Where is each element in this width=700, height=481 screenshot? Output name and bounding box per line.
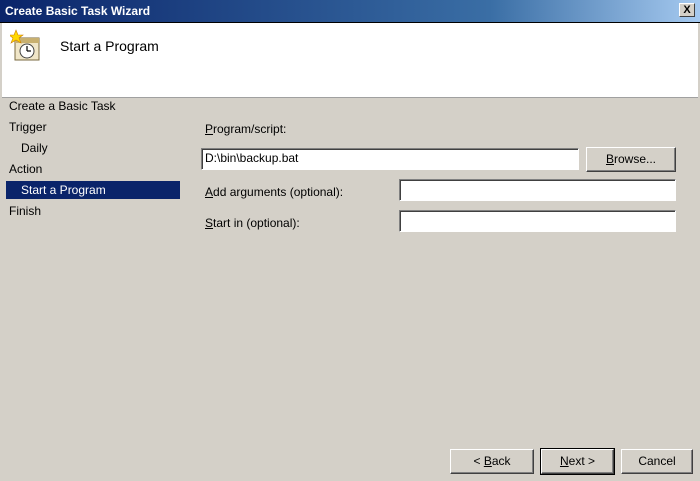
start-in-label: Start in (optional): xyxy=(205,216,300,230)
wizard-header: Start a Program xyxy=(2,23,698,98)
back-prefix: < xyxy=(473,454,484,468)
program-script-label: Program/script: xyxy=(205,122,286,136)
add-arguments-input[interactable] xyxy=(399,179,676,201)
sidebar-item-start-a-program[interactable]: Start a Program xyxy=(6,181,180,199)
sidebar-item-trigger[interactable]: Trigger xyxy=(9,118,47,136)
page-title: Start a Program xyxy=(60,38,159,54)
title-bar[interactable]: Create Basic Task Wizard X xyxy=(0,0,700,23)
close-button[interactable]: X xyxy=(679,3,695,17)
next-accelerator: N xyxy=(559,454,569,468)
browse-label: rowse... xyxy=(614,152,657,166)
back-accelerator: B xyxy=(483,454,492,468)
cancel-button[interactable]: Cancel xyxy=(621,449,693,474)
wizard-window: Create Basic Task Wizard X Start a Progr… xyxy=(0,0,700,481)
program-script-accelerator: P xyxy=(205,122,214,136)
browse-accelerator: B xyxy=(605,152,614,166)
next-button[interactable]: Next > xyxy=(540,448,615,475)
next-label: ext > xyxy=(568,454,596,468)
add-arguments-accelerator: A xyxy=(205,185,214,199)
start-in-accelerator: S xyxy=(205,216,214,230)
program-script-input[interactable]: D:\bin\backup.bat xyxy=(201,148,579,170)
add-arguments-label-text: dd arguments (optional): xyxy=(213,185,344,199)
start-in-input[interactable] xyxy=(399,210,676,232)
sidebar-item-create-basic-task[interactable]: Create a Basic Task xyxy=(9,97,116,115)
back-button[interactable]: < Back xyxy=(450,449,534,474)
start-in-label-text: tart in (optional): xyxy=(213,216,300,230)
program-script-label-text: rogram/script: xyxy=(213,122,287,136)
browse-button[interactable]: Browse... xyxy=(586,147,676,172)
sidebar-item-daily[interactable]: Daily xyxy=(21,139,48,157)
add-arguments-label: Add arguments (optional): xyxy=(205,185,343,199)
back-label: ack xyxy=(491,454,511,468)
wizard-steps-sidebar: Create a Basic Task Trigger Daily Action… xyxy=(0,97,190,457)
window-title: Create Basic Task Wizard xyxy=(5,4,151,18)
sidebar-item-action[interactable]: Action xyxy=(9,160,42,178)
sidebar-item-finish[interactable]: Finish xyxy=(9,202,41,220)
task-scheduler-icon xyxy=(10,29,40,61)
